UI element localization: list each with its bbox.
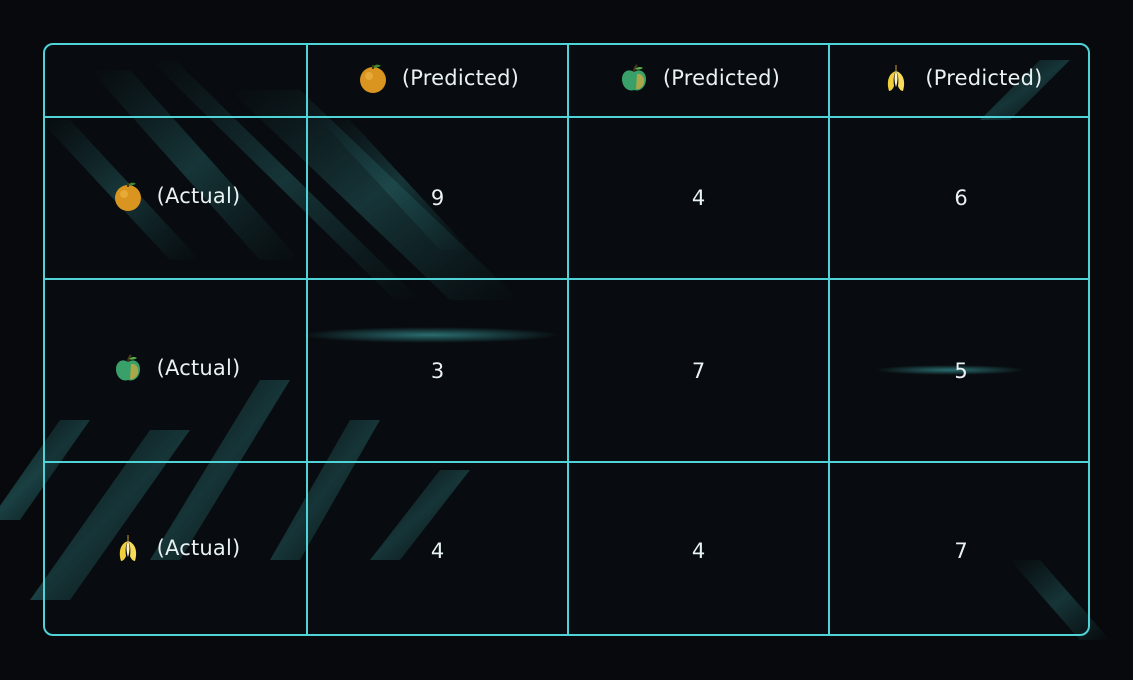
- row-header-orange: (Actual): [45, 116, 308, 280]
- apple-icon: [115, 354, 140, 381]
- matrix-cell: 5: [828, 278, 1088, 463]
- confusion-matrix: (Predicted) (Predicted) (Predicted) (Act…: [43, 43, 1090, 636]
- corner-cell: [45, 45, 308, 118]
- orange-icon: [114, 182, 141, 211]
- row-header-apple: (Actual): [45, 278, 308, 463]
- matrix-row-banana: (Actual) 4 4 7: [45, 461, 1088, 634]
- matrix-cell: 4: [567, 461, 830, 634]
- matrix-cell: 9: [306, 116, 569, 280]
- confusion-matrix-table: (Predicted) (Predicted) (Predicted) (Act…: [45, 45, 1088, 634]
- matrix-cell: 4: [567, 116, 830, 280]
- matrix-cell: 7: [828, 461, 1088, 634]
- banana-icon: [888, 65, 905, 91]
- row-header-label: (Actual): [156, 356, 241, 380]
- matrix-cell: 6: [828, 116, 1088, 280]
- orange-icon: [359, 64, 386, 93]
- column-header-label: (Predicted): [925, 66, 1043, 90]
- column-header-apple: (Predicted): [567, 45, 830, 118]
- column-header-label: (Predicted): [662, 66, 781, 90]
- matrix-cell: 3: [306, 278, 569, 463]
- banana-icon: [119, 535, 136, 561]
- row-header-banana: (Actual): [45, 461, 308, 634]
- matrix-cell: 4: [306, 461, 569, 634]
- column-header-label: (Predicted): [401, 66, 520, 90]
- matrix-row-apple: (Actual) 3 7 5: [45, 278, 1088, 463]
- apple-icon: [621, 64, 646, 91]
- column-header-banana: (Predicted): [828, 45, 1088, 118]
- row-header-label: (Actual): [156, 536, 241, 560]
- header-row: (Predicted) (Predicted) (Predicted): [45, 45, 1088, 118]
- matrix-row-orange: (Actual) 9 4 6: [45, 116, 1088, 280]
- row-header-label: (Actual): [156, 183, 241, 208]
- column-header-orange: (Predicted): [306, 45, 569, 118]
- matrix-cell: 7: [567, 278, 830, 463]
